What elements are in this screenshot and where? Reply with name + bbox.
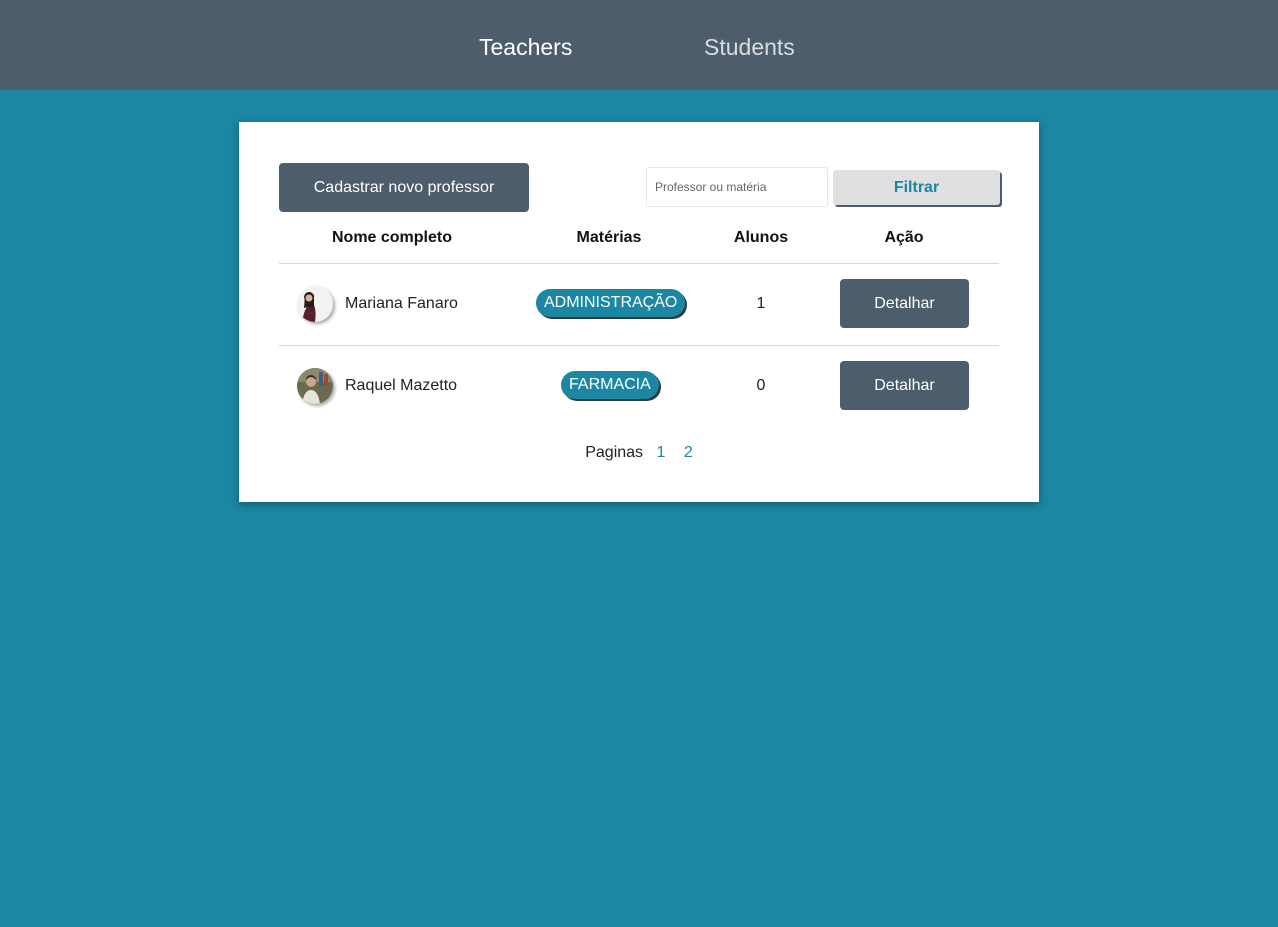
top-navbar: Teachers Students xyxy=(0,0,1278,90)
detail-button[interactable]: Detalhar xyxy=(840,279,969,328)
column-header-subjects: Matérias xyxy=(576,229,642,246)
nav-link-teachers[interactable]: Teachers xyxy=(479,32,572,62)
avatar-image xyxy=(297,368,333,404)
teacher-name: Raquel Mazetto xyxy=(345,377,458,394)
column-header-students: Alunos xyxy=(733,229,789,246)
filter-input[interactable] xyxy=(646,167,828,207)
page-link-2[interactable]: 2 xyxy=(684,444,693,461)
filter-button[interactable]: Filtrar xyxy=(833,170,1000,205)
nav-link-students[interactable]: Students xyxy=(704,32,795,62)
teachers-card: Cadastrar novo professor Filtrar Nome co… xyxy=(239,122,1039,502)
column-header-name: Nome completo xyxy=(331,229,452,246)
subject-badge: ADMINISTRAÇÃO xyxy=(536,289,686,317)
student-count: 1 xyxy=(756,295,766,312)
new-teacher-button[interactable]: Cadastrar novo professor xyxy=(279,163,529,212)
detail-button[interactable]: Detalhar xyxy=(840,361,969,410)
avatar-image xyxy=(297,286,333,322)
table-row: Raquel Mazetto FARMACIA 0 Detalhar xyxy=(279,345,999,427)
subject-badge: FARMACIA xyxy=(561,371,659,399)
page-link-1[interactable]: 1 xyxy=(657,444,666,461)
column-header-action: Ação xyxy=(884,229,924,246)
teacher-name: Mariana Fanaro xyxy=(345,295,458,312)
avatar xyxy=(297,286,333,322)
avatar xyxy=(297,368,333,404)
student-count: 0 xyxy=(756,377,766,394)
table-row: Mariana Fanaro ADMINISTRAÇÃO 1 Detalhar xyxy=(279,263,999,345)
pagination: Paginas 1 2 xyxy=(239,443,1039,463)
pagination-label: Paginas xyxy=(585,444,644,461)
